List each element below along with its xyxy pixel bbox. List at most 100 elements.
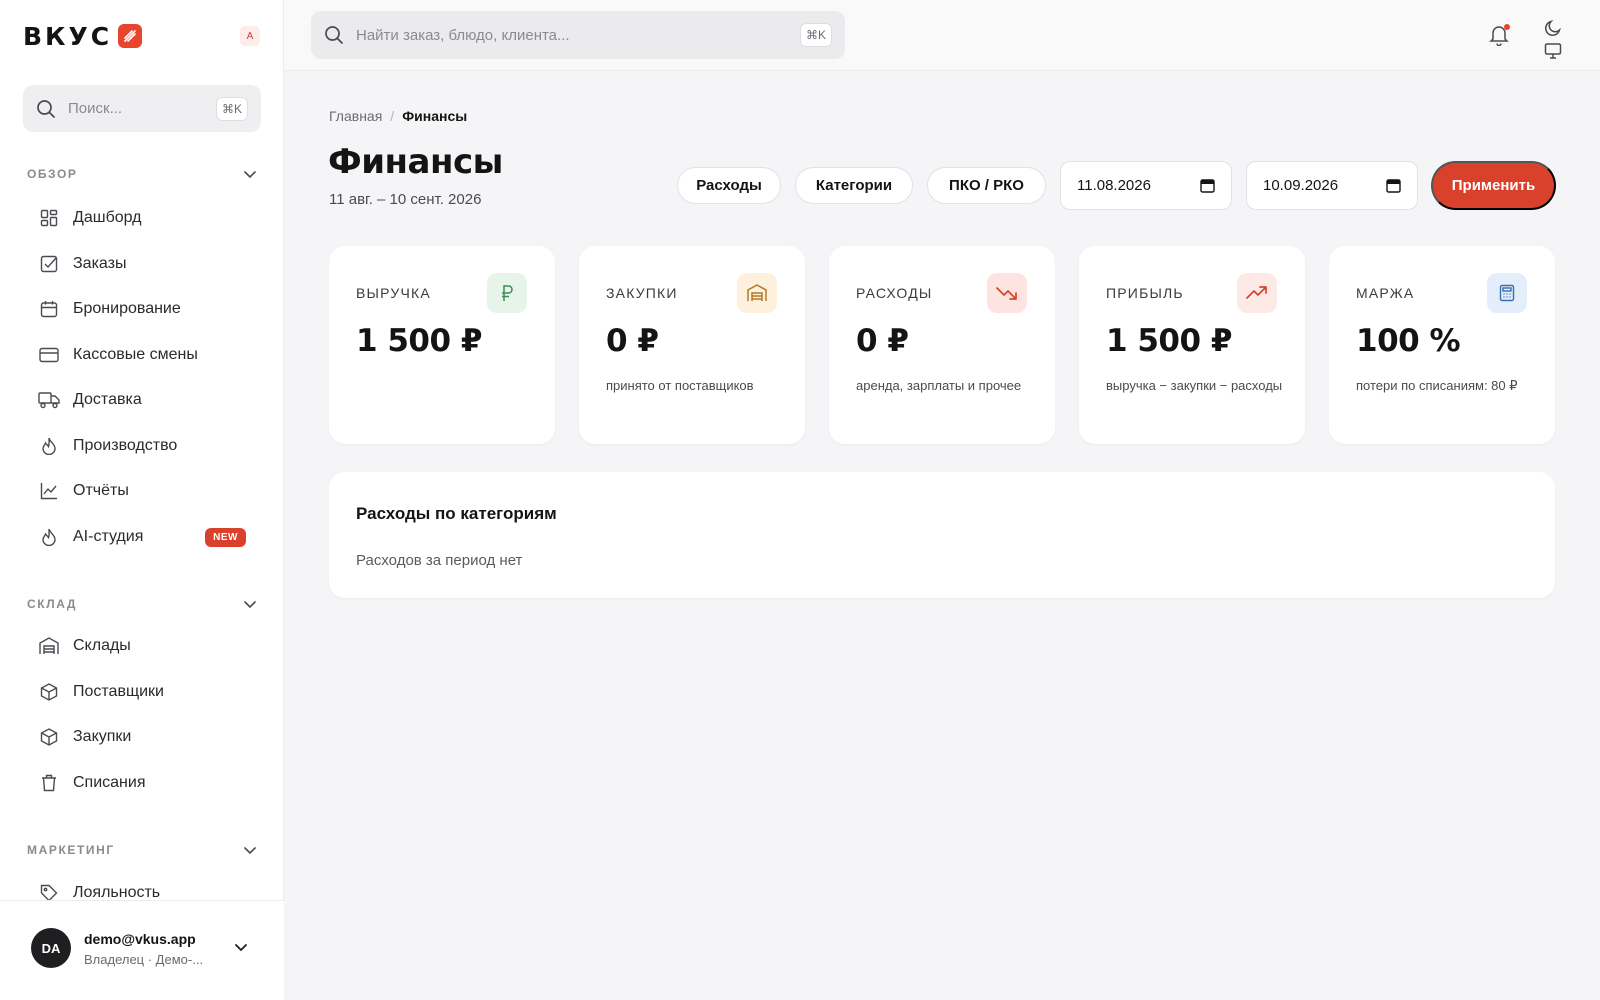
chevron-down-icon: [244, 171, 256, 179]
sidebar-item-label: Списания: [73, 774, 146, 791]
kpi-card-revenue: ВЫРУЧКА 1 500 ₽: [329, 246, 555, 444]
date-to-value: 10.09.2026: [1263, 177, 1339, 194]
user-role: Владелец · Демо-...: [84, 952, 204, 967]
calendar-icon: [1200, 179, 1215, 193]
pko-rko-button[interactable]: ПКО / РКО: [927, 167, 1046, 204]
language-badge[interactable]: A: [240, 26, 260, 46]
categories-button[interactable]: Категории: [795, 167, 913, 204]
brand-name: ВКУС: [23, 21, 113, 51]
chevron-down-icon[interactable]: [233, 939, 249, 955]
sidebar-item-label: Доставка: [73, 391, 142, 408]
brand-mark-icon: [118, 24, 143, 48]
sidebar-item-cash-shifts[interactable]: Кассовые смены: [38, 337, 246, 373]
sidebar-item-production[interactable]: Производство: [38, 428, 246, 464]
expenses-by-category-panel: Расходы по категориям Расходов за период…: [329, 472, 1555, 598]
card-icon: [38, 344, 60, 366]
empty-state-text: Расходов за период нет: [356, 552, 523, 569]
flame-icon: [38, 526, 60, 548]
kpi-value: 0 ₽: [606, 323, 659, 359]
kpi-label: ВЫРУЧКА: [356, 285, 431, 301]
kpi-note: аренда, зарплаты и прочее: [856, 378, 1022, 393]
sidebar-item-label: Дашборд: [73, 209, 142, 226]
warehouse-icon: [38, 635, 60, 657]
calendar-icon: [1386, 179, 1401, 193]
notifications-button[interactable]: [1489, 24, 1510, 51]
kpi-card-purchases: ЗАКУПКИ 0 ₽ принято от поставщиков: [579, 246, 805, 444]
trash-icon: [38, 772, 60, 794]
date-to-input[interactable]: 10.09.2026: [1246, 161, 1418, 210]
section-title: ОБЗОР: [27, 167, 78, 181]
section-title: СКЛАД: [27, 597, 78, 611]
breadcrumb: Главная / Финансы: [329, 108, 467, 124]
new-badge: NEW: [205, 527, 246, 547]
sidebar-item-orders[interactable]: Заказы: [38, 246, 246, 282]
sidebar-search-placeholder: Поиск...: [68, 100, 123, 117]
tag-icon: [38, 882, 60, 900]
chevron-down-icon: [244, 601, 256, 609]
dark-mode-toggle[interactable]: [1544, 19, 1562, 42]
sidebar-item-label: Закупки: [73, 728, 132, 745]
sidebar-item-delivery[interactable]: Доставка: [38, 382, 246, 418]
panel-title: Расходы по категориям: [356, 504, 557, 523]
sidebar: ВКУС A Поиск... ⌘K ОБЗОР Дашборд Заказы …: [0, 0, 284, 1000]
system-theme-toggle[interactable]: [1544, 42, 1562, 65]
sidebar-item-reports[interactable]: Отчёты: [38, 473, 246, 509]
breadcrumb-home-link[interactable]: Главная: [329, 108, 382, 124]
user-menu[interactable]: DA demo@vkus.app Владелец · Демо-...: [0, 900, 284, 1000]
sidebar-item-warehouses[interactable]: Склады: [38, 628, 246, 664]
section-overview-header[interactable]: ОБЗОР: [27, 164, 257, 184]
sidebar-item-loyalty[interactable]: Лояльность: [38, 875, 246, 900]
apply-button[interactable]: Применить: [1431, 161, 1556, 210]
kpi-value: 0 ₽: [856, 323, 909, 359]
chart-icon: [38, 480, 60, 502]
sidebar-item-label: Склады: [73, 637, 131, 654]
sidebar-item-label: Бронирование: [73, 300, 181, 317]
date-from-value: 11.08.2026: [1077, 177, 1151, 194]
kpi-label: МАРЖА: [1356, 285, 1415, 301]
sidebar-item-label: Производство: [73, 437, 178, 454]
kpi-value: 1 500 ₽: [1106, 323, 1232, 359]
ruble-icon: [487, 273, 527, 313]
section-marketing-header[interactable]: МАРКЕТИНГ: [27, 840, 257, 860]
kpi-note: выручка − закупки − расходы: [1106, 378, 1283, 393]
topbar: Найти заказ, блюдо, клиента... ⌘K: [284, 0, 1600, 71]
sidebar-item-purchases[interactable]: Закупки: [38, 719, 246, 755]
kpi-label: ЗАКУПКИ: [606, 285, 678, 301]
global-search-input[interactable]: Найти заказ, блюдо, клиента... ⌘K: [311, 11, 845, 59]
sidebar-item-writeoffs[interactable]: Списания: [38, 765, 246, 801]
calculator-icon: [1487, 273, 1527, 313]
sidebar-nav[interactable]: ОБЗОР Дашборд Заказы Бронирование Кассов…: [0, 150, 284, 900]
kpi-label: ПРИБЫЛЬ: [1106, 285, 1184, 301]
global-search-placeholder: Найти заказ, блюдо, клиента...: [356, 26, 570, 44]
sidebar-item-label: Кассовые смены: [73, 346, 198, 363]
page-title: Финансы: [328, 142, 503, 182]
breadcrumb-current: Финансы: [402, 108, 468, 124]
trend-down-icon: [987, 273, 1027, 313]
flame-icon: [38, 435, 60, 457]
notification-dot: [1504, 24, 1510, 30]
truck-icon: [38, 389, 60, 411]
brand-logo[interactable]: ВКУС: [23, 21, 143, 51]
sidebar-item-ai-studio[interactable]: AI-студия NEW: [38, 519, 246, 555]
sidebar-search-input[interactable]: Поиск... ⌘K: [23, 85, 261, 132]
box-icon: [38, 726, 60, 748]
kpi-note: потери по списаниям: 80 ₽: [1356, 378, 1518, 393]
trend-up-icon: [1237, 273, 1277, 313]
warehouse-icon: [737, 273, 777, 313]
box-icon: [38, 681, 60, 703]
section-warehouse-header[interactable]: СКЛАД: [27, 594, 257, 614]
sidebar-item-dashboard[interactable]: Дашборд: [38, 200, 246, 236]
date-from-input[interactable]: 11.08.2026: [1060, 161, 1232, 210]
search-icon: [325, 26, 343, 44]
search-icon: [37, 99, 55, 118]
user-email: demo@vkus.app: [84, 931, 196, 947]
sidebar-item-suppliers[interactable]: Поставщики: [38, 674, 246, 710]
kpi-value: 1 500 ₽: [356, 323, 482, 359]
checkbox-icon: [38, 253, 60, 275]
shortcut-hint: ⌘K: [799, 23, 832, 47]
monitor-icon: [1544, 43, 1562, 59]
expenses-button[interactable]: Расходы: [677, 167, 781, 204]
calendar-icon: [38, 298, 60, 320]
kpi-label: РАСХОДЫ: [856, 285, 933, 301]
sidebar-item-booking[interactable]: Бронирование: [38, 291, 246, 327]
